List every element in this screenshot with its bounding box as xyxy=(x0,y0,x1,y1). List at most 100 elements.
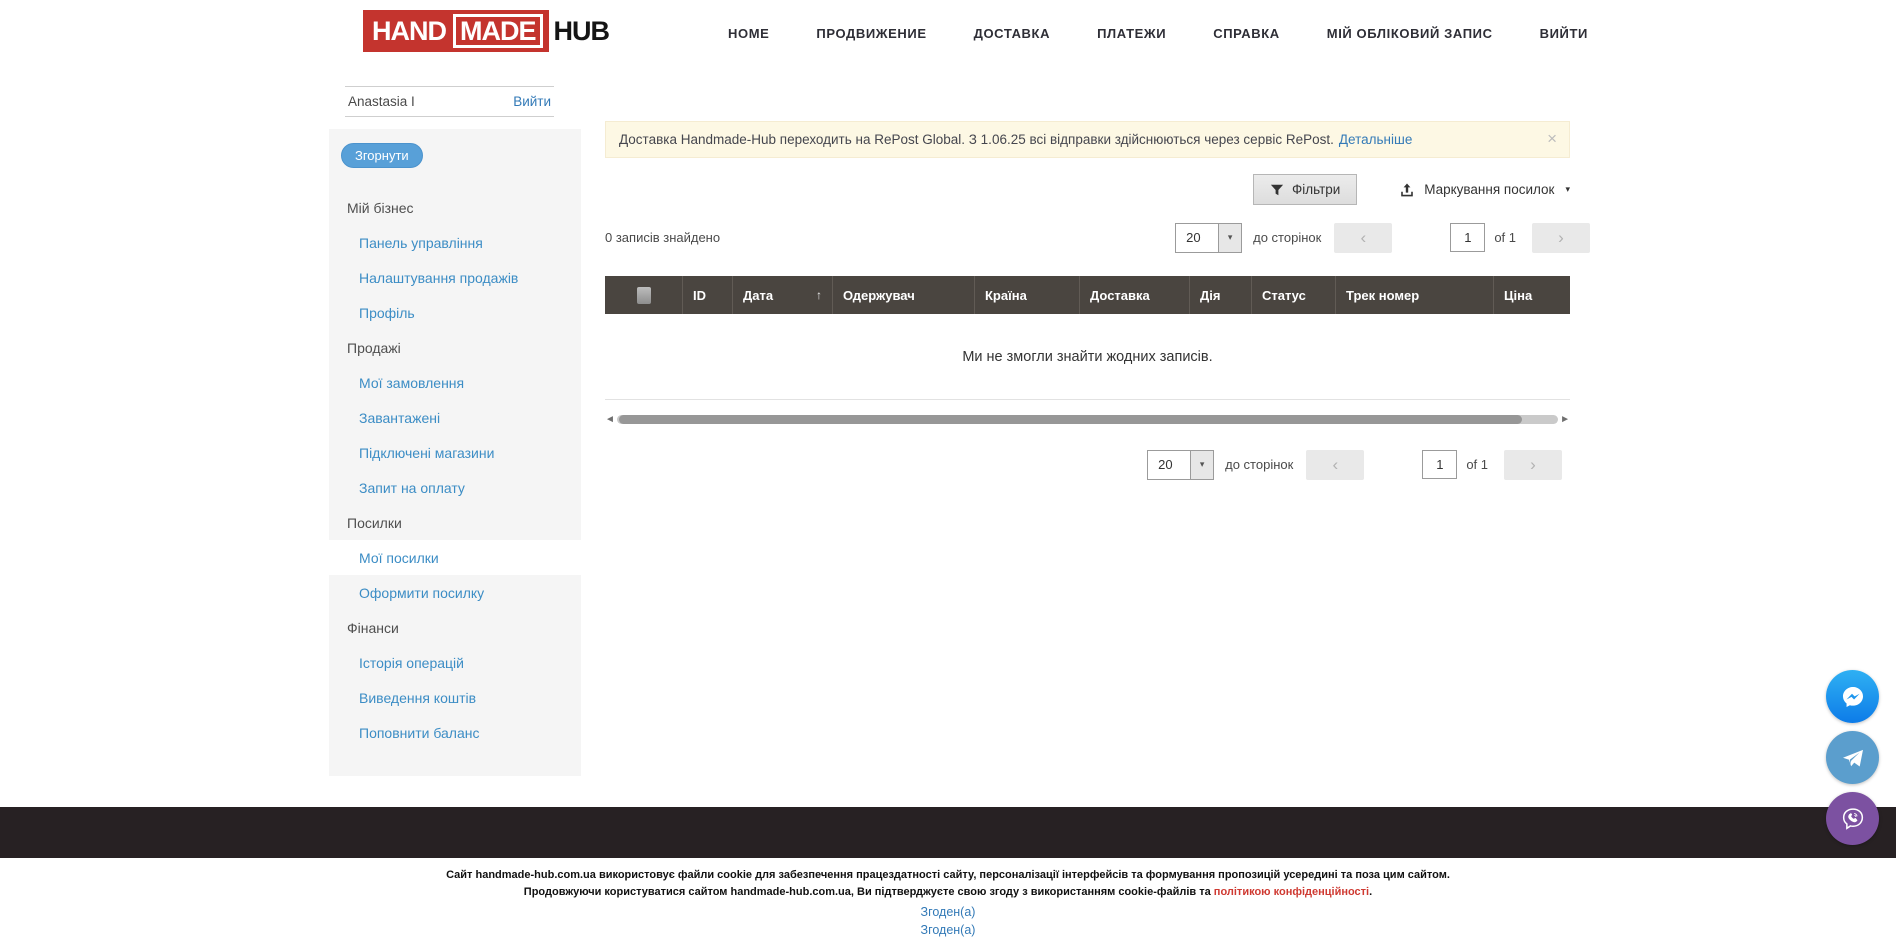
footer-dark-bar xyxy=(0,807,1896,858)
parcel-marking-dropdown[interactable]: Маркування посилок ▾ xyxy=(1399,182,1570,198)
user-row: Anastasia I Вийти xyxy=(345,86,554,117)
sidebar-item-sales-settings[interactable]: Налаштування продажів xyxy=(329,260,581,295)
main-content: Доставка Handmade-Hub переходить на RePo… xyxy=(605,121,1570,480)
chevron-down-icon: ▾ xyxy=(1565,184,1570,195)
agree-link-1[interactable]: Згоден(а) xyxy=(0,905,1896,919)
sidebar-item-transaction-history[interactable]: Історія операцій xyxy=(329,645,581,680)
cookie-line-2-period: . xyxy=(1369,886,1372,898)
page-of-label: of 1 xyxy=(1494,230,1516,245)
cookie-notice: Сайт handmade-hub.com.ua використовує фа… xyxy=(0,858,1896,937)
sidebar: Anastasia I Вийти Згорнути Мій бізнес Па… xyxy=(329,86,581,776)
column-header-track-number[interactable]: Трек номер xyxy=(1336,276,1494,314)
top-header: HAND MADE HUB HOME ПРОДВИЖЕНИЕ ДОСТАВКА … xyxy=(0,0,1896,66)
messenger-icon[interactable] xyxy=(1826,670,1879,723)
sidebar-section-parcels: Посилки xyxy=(329,505,581,540)
select-caret-icon: ▾ xyxy=(1218,224,1241,252)
sidebar-item-withdraw-funds[interactable]: Виведення коштів xyxy=(329,680,581,715)
sidebar-item-payment-request[interactable]: Запит на оплату xyxy=(329,470,581,505)
collapse-button[interactable]: Згорнути xyxy=(341,143,423,168)
nav-item-logout[interactable]: ВИЙТИ xyxy=(1540,26,1588,41)
nav-item-delivery[interactable]: ДОСТАВКА xyxy=(974,26,1050,41)
page-of-label-bottom: of 1 xyxy=(1466,457,1488,472)
per-page-label: до сторінок xyxy=(1253,230,1321,245)
table-empty-state: Ми не змогли знайти жодних записів. xyxy=(605,314,1570,400)
upload-icon xyxy=(1399,182,1415,198)
notification-banner: Доставка Handmade-Hub переходить на RePo… xyxy=(605,121,1570,158)
nav-item-help[interactable]: СПРАВКА xyxy=(1213,26,1280,41)
logo-made-text: MADE xyxy=(453,14,543,48)
pagination-top: 0 записів знайдено 20 ▾ до сторінок ‹ of… xyxy=(605,222,1590,253)
page-size-value: 20 xyxy=(1176,224,1218,252)
column-header-price[interactable]: Ціна xyxy=(1494,276,1570,314)
nav-item-payments[interactable]: ПЛАТЕЖИ xyxy=(1097,26,1166,41)
sidebar-section-finance: Фінанси xyxy=(329,610,581,645)
social-float-stack xyxy=(1826,670,1879,845)
select-all-checkbox[interactable] xyxy=(637,287,651,304)
sidebar-item-profile[interactable]: Профіль xyxy=(329,295,581,330)
username: Anastasia I xyxy=(348,94,415,109)
scroll-right-icon[interactable]: ► xyxy=(1560,414,1570,425)
nav-item-promotion[interactable]: ПРОДВИЖЕНИЕ xyxy=(816,26,926,41)
column-header-recipient[interactable]: Одержувач xyxy=(833,276,975,314)
scrollbar-thumb[interactable] xyxy=(619,415,1522,424)
filters-button[interactable]: Фільтри xyxy=(1253,174,1357,205)
column-header-date[interactable]: Дата ↑ xyxy=(733,276,833,314)
toolbar: Фільтри Маркування посилок ▾ xyxy=(605,174,1570,205)
next-page-button-bottom[interactable]: › xyxy=(1504,450,1562,480)
nav-item-home[interactable]: HOME xyxy=(728,26,769,41)
sidebar-item-my-orders[interactable]: Мої замовлення xyxy=(329,365,581,400)
logo-hand-text: HAND xyxy=(372,16,446,47)
scrollbar-track[interactable] xyxy=(617,415,1558,424)
telegram-icon[interactable] xyxy=(1826,731,1879,784)
logo-red-box: HAND MADE xyxy=(363,10,549,52)
page-size-value-bottom: 20 xyxy=(1148,451,1190,479)
cookie-line-2-text: Продовжуючи користуватися сайтом handmad… xyxy=(524,886,1214,898)
sidebar-item-my-parcels[interactable]: Мої посилки xyxy=(329,540,581,575)
page-size-select-bottom[interactable]: 20 ▾ xyxy=(1147,450,1214,480)
parcel-marking-label: Маркування посилок xyxy=(1424,182,1554,197)
filters-button-label: Фільтри xyxy=(1292,182,1340,197)
sidebar-panel: Згорнути Мій бізнес Панель управління На… xyxy=(329,129,581,776)
privacy-policy-link[interactable]: політикою конфіденційності xyxy=(1214,886,1369,898)
sidebar-logout-link[interactable]: Вийти xyxy=(513,94,551,109)
page-number-input[interactable] xyxy=(1450,223,1485,252)
sidebar-item-connected-shops[interactable]: Підключені магазини xyxy=(329,435,581,470)
viber-icon[interactable] xyxy=(1826,792,1879,845)
prev-page-button-bottom[interactable]: ‹ xyxy=(1306,450,1364,480)
pagination-bottom: 20 ▾ до сторінок ‹ of 1 › xyxy=(605,449,1562,480)
column-header-status[interactable]: Статус xyxy=(1252,276,1336,314)
sidebar-item-uploaded[interactable]: Завантажені xyxy=(329,400,581,435)
page: HAND MADE HUB HOME ПРОДВИЖЕНИЕ ДОСТАВКА … xyxy=(0,0,1896,937)
per-page-label-bottom: до сторінок xyxy=(1225,457,1293,472)
funnel-icon xyxy=(1270,183,1284,197)
sort-ascending-icon[interactable]: ↑ xyxy=(816,288,822,302)
sidebar-item-dashboard[interactable]: Панель управління xyxy=(329,225,581,260)
cookie-line-1: Сайт handmade-hub.com.ua використовує фа… xyxy=(0,867,1896,884)
page-number-input-bottom[interactable] xyxy=(1422,450,1457,479)
close-icon[interactable]: × xyxy=(1547,129,1557,149)
scroll-left-icon[interactable]: ◄ xyxy=(605,414,615,425)
records-found-label: 0 записів знайдено xyxy=(605,230,720,245)
column-header-delivery[interactable]: Доставка xyxy=(1080,276,1190,314)
handmade-hub-logo[interactable]: HAND MADE HUB xyxy=(363,10,609,52)
sidebar-item-top-up-balance[interactable]: Поповнити баланс xyxy=(329,715,581,750)
table-header-row: ID Дата ↑ Одержувач Країна Доставка Дія … xyxy=(605,276,1570,314)
sidebar-item-create-parcel[interactable]: Оформити посилку xyxy=(329,575,581,610)
page-size-select[interactable]: 20 ▾ xyxy=(1175,223,1242,253)
sidebar-menu: Мій бізнес Панель управління Налаштуванн… xyxy=(329,190,581,750)
prev-page-button[interactable]: ‹ xyxy=(1334,223,1392,253)
column-header-action[interactable]: Дія xyxy=(1190,276,1252,314)
column-header-id[interactable]: ID xyxy=(683,276,733,314)
logo-hub-text: HUB xyxy=(554,16,610,47)
next-page-button[interactable]: › xyxy=(1532,223,1590,253)
agree-link-2[interactable]: Згоден(а) xyxy=(0,923,1896,937)
column-header-country[interactable]: Країна xyxy=(975,276,1080,314)
column-header-date-label: Дата xyxy=(743,288,773,303)
sidebar-section-my-business: Мій бізнес xyxy=(329,190,581,225)
nav-item-my-account[interactable]: МІЙ ОБЛІКОВИЙ ЗАПИС xyxy=(1327,26,1493,41)
footer: Сайт handmade-hub.com.ua використовує фа… xyxy=(0,807,1896,937)
main-nav: HOME ПРОДВИЖЕНИЕ ДОСТАВКА ПЛАТЕЖИ СПРАВК… xyxy=(728,0,1635,66)
banner-details-link[interactable]: Детальніше xyxy=(1339,132,1412,147)
select-caret-icon-bottom: ▾ xyxy=(1190,451,1213,479)
banner-text: Доставка Handmade-Hub переходить на RePo… xyxy=(619,132,1334,147)
